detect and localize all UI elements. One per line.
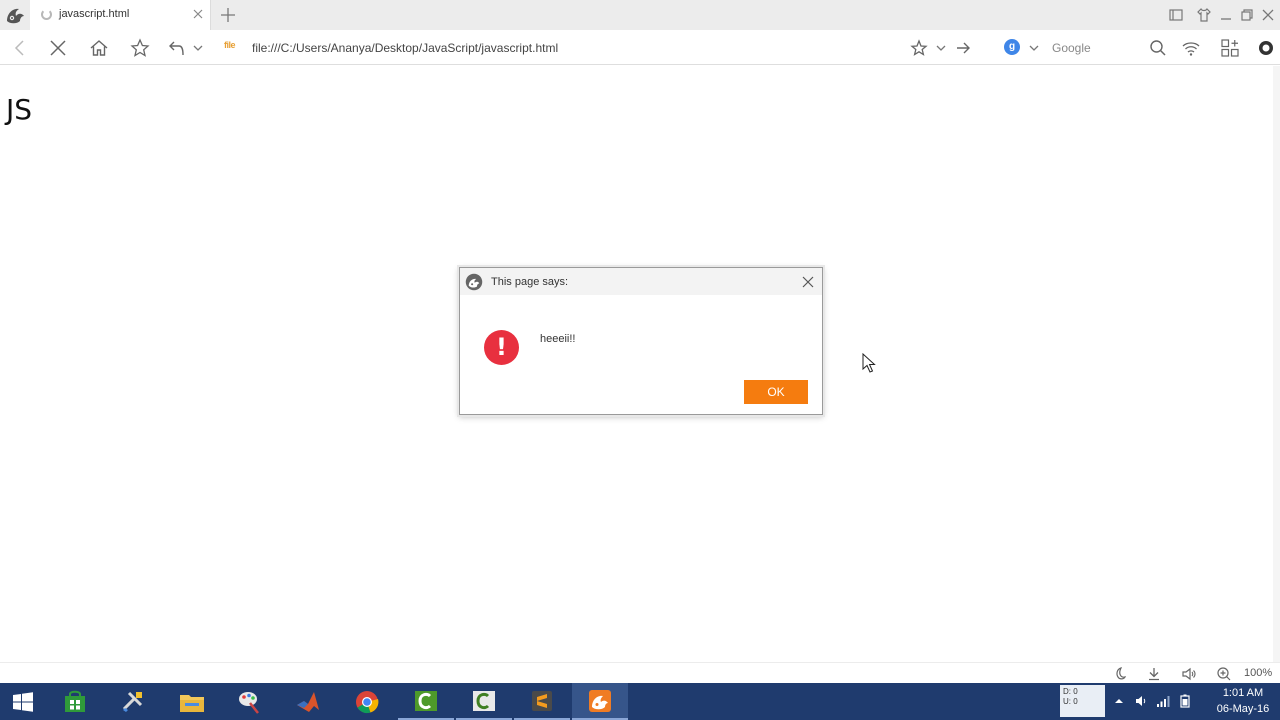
sublime-text-icon[interactable]	[514, 683, 570, 720]
tab-title: javascript.html	[59, 8, 130, 20]
camtasia-studio-icon[interactable]	[398, 683, 454, 720]
uc-browser-logo-icon	[465, 273, 483, 291]
menu-icon[interactable]	[1256, 38, 1276, 58]
start-button[interactable]	[0, 683, 46, 720]
vertical-scrollbar[interactable]	[1273, 66, 1280, 662]
chrome-icon[interactable]	[339, 683, 395, 720]
network-meter[interactable]: D: 0 U: 0	[1060, 685, 1105, 717]
new-tab-button[interactable]	[218, 5, 238, 25]
store-icon[interactable]	[47, 683, 103, 720]
alert-exclamation-icon: !	[484, 330, 519, 365]
chevron-down-icon[interactable]	[191, 38, 205, 58]
file-explorer-icon[interactable]	[164, 683, 220, 720]
loading-spinner-icon	[41, 9, 52, 20]
camtasia-recorder-icon[interactable]	[456, 683, 512, 720]
address-dropdown-icon[interactable]	[934, 38, 948, 58]
minimize-icon[interactable]	[1217, 6, 1235, 24]
home-icon[interactable]	[89, 38, 109, 58]
speaker-icon[interactable]	[1134, 694, 1148, 708]
search-engine-icon[interactable]: g	[1004, 39, 1020, 55]
battery-icon[interactable]	[1178, 694, 1192, 708]
dialog-title: This page says:	[491, 276, 569, 288]
dialog-message: heeeii!!	[540, 333, 576, 345]
go-arrow-icon[interactable]	[953, 38, 973, 58]
back-icon[interactable]	[10, 38, 30, 58]
download-icon[interactable]	[1146, 666, 1162, 682]
dialog-header: This page says:	[460, 268, 822, 295]
tab-javascript[interactable]: javascript.html	[30, 0, 211, 30]
address-protocol-badge: file	[224, 40, 236, 50]
apps-grid-icon[interactable]	[1220, 38, 1240, 58]
volume-icon[interactable]	[1181, 666, 1197, 682]
undo-close-tab-icon[interactable]	[168, 38, 188, 58]
alert-dialog: This page says: ! heeeii!! OK	[459, 267, 823, 415]
zoom-level[interactable]: 100%	[1244, 667, 1272, 679]
page-heading: JS	[6, 93, 33, 126]
restore-icon[interactable]	[1238, 6, 1256, 24]
address-input[interactable]: file:///C:/Users/Ananya/Desktop/JavaScri…	[252, 41, 558, 55]
zoom-icon[interactable]	[1216, 666, 1232, 682]
paint-icon[interactable]	[221, 683, 277, 720]
close-window-icon[interactable]	[1259, 6, 1277, 24]
navigation-bar: file file:///C:/Users/Ananya/Desktop/Jav…	[0, 30, 1280, 65]
bookmark-star-icon[interactable]	[130, 38, 150, 58]
sidebar-toggle-icon[interactable]	[1167, 6, 1185, 24]
network-signal-icon[interactable]	[1156, 694, 1170, 708]
wifi-icon[interactable]	[1181, 38, 1201, 58]
stop-loading-icon[interactable]	[48, 38, 68, 58]
tab-bar: javascript.html	[0, 0, 1280, 30]
skin-shirt-icon[interactable]	[1195, 6, 1213, 24]
taskbar: D: 0 U: 0 1:01 AM 06-May-16	[0, 683, 1280, 720]
search-icon[interactable]	[1148, 38, 1168, 58]
status-bar: 100%	[0, 662, 1280, 683]
uc-browser-logo-icon[interactable]	[0, 0, 30, 30]
search-engine-dropdown-icon[interactable]	[1027, 38, 1041, 58]
uc-browser-taskbar-icon[interactable]	[572, 683, 628, 720]
tab-close-icon[interactable]	[190, 6, 206, 22]
search-input[interactable]: Google	[1052, 41, 1091, 55]
ok-button[interactable]: OK	[744, 380, 808, 404]
mouse-cursor-icon	[862, 352, 878, 375]
download-rate: D: 0	[1063, 687, 1078, 696]
tools-icon[interactable]	[105, 683, 161, 720]
show-hidden-icons-icon[interactable]	[1112, 694, 1126, 708]
clock-time[interactable]: 1:01 AM	[1208, 687, 1278, 699]
dialog-close-icon[interactable]	[800, 274, 816, 290]
clock-date[interactable]: 06-May-16	[1208, 703, 1278, 715]
upload-rate: U: 0	[1063, 697, 1078, 706]
matlab-icon[interactable]	[280, 683, 336, 720]
add-bookmark-star-icon[interactable]	[909, 38, 929, 58]
night-mode-icon[interactable]	[1111, 666, 1127, 682]
browser-window: javascript.html file file:///C:/Users/An…	[0, 0, 1280, 720]
